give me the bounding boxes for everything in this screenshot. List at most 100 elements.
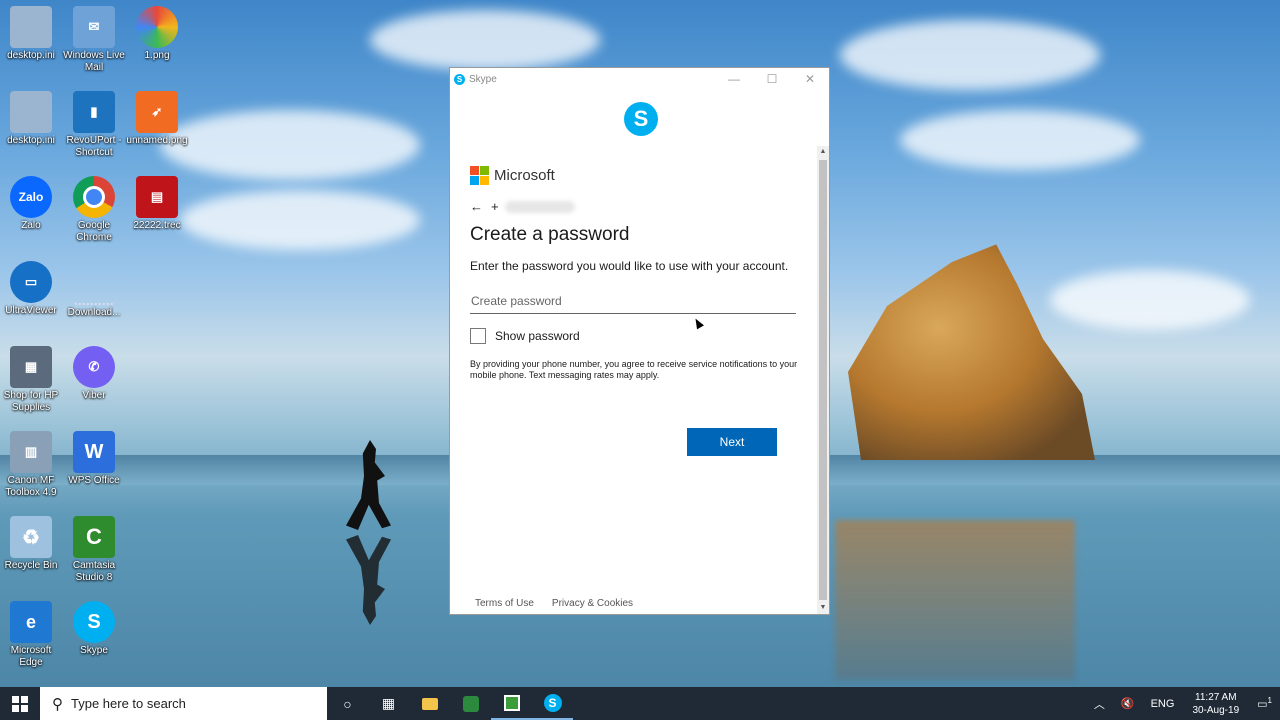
notification-count: 1 (1267, 696, 1272, 706)
desktop-icon[interactable]: Zalo Zalo (0, 172, 62, 232)
desktop-icon[interactable]: Google Chrome (63, 172, 125, 244)
image-file-icon: ➶ (136, 91, 178, 133)
taskbar: ⚲ Type here to search ○ ▦ S ︿ 🔇 ENG 11:2… (0, 687, 1280, 720)
identity-row: ← + (470, 199, 800, 214)
video-file-icon: ▤ (136, 176, 178, 218)
window-title: Skype (469, 73, 497, 85)
scanner-icon: ▥ (10, 431, 52, 473)
phone-prefix: + (491, 199, 499, 214)
skype-mini-icon: S (454, 73, 465, 85)
language-indicator[interactable]: ENG (1151, 698, 1175, 710)
desktop-icon[interactable]: Download... (63, 257, 125, 319)
rock-reflection (835, 520, 1075, 680)
redacted-phone-number (504, 200, 575, 213)
printer-icon: ▦ (10, 346, 52, 388)
skype-icon: S (73, 601, 115, 643)
zalo-icon: Zalo (10, 176, 52, 218)
desktop-icon[interactable]: ▦ Shop for HP Supplies (0, 342, 62, 414)
mail-icon: ✉ (73, 6, 115, 48)
show-password-label: Show password (495, 329, 580, 343)
signin-panel: Microsoft ← + Create a password Enter th… (470, 166, 800, 381)
window-controls: — ☐ ✕ (715, 68, 829, 90)
cloud (1050, 270, 1250, 330)
search-placeholder: Type here to search (71, 696, 186, 711)
desktop-icon[interactable]: desktop.ini (0, 87, 62, 147)
desktop-icon[interactable]: ▥ Canon MF Toolbox 4.9 (0, 427, 62, 499)
scroll-up-icon[interactable]: ▲ (817, 146, 829, 158)
desktop-icon[interactable]: ▭ UltraViewer (0, 257, 62, 317)
cortana-icon[interactable]: ○ (327, 687, 368, 720)
skype-taskbar-icon[interactable]: S (532, 687, 573, 720)
scrollbar[interactable]: ▲ ▼ (817, 146, 829, 614)
skype-logo: S (624, 102, 658, 136)
scroll-down-icon[interactable]: ▼ (817, 602, 829, 614)
desktop-icon[interactable]: S Skype (63, 597, 125, 657)
brand-name: Microsoft (494, 167, 555, 184)
show-hidden-icons-icon[interactable]: ︿ (1094, 696, 1105, 712)
close-button[interactable]: ✕ (791, 68, 829, 90)
cloud (900, 110, 1140, 170)
desktop-icon[interactable]: W WPS Office (63, 427, 125, 487)
footer-links: Terms of Use Privacy & Cookies (475, 598, 633, 609)
system-tray: ︿ 🔇 ENG 11:27 AM 30-Aug-19 ▭1 (1086, 687, 1280, 720)
disclaimer-text: By providing your phone number, you agre… (470, 359, 798, 380)
desktop-icon[interactable]: ▤ 22222.trec (126, 172, 188, 232)
page-description: Enter the password you would like to use… (470, 259, 789, 273)
edge-icon: e (10, 601, 52, 643)
start-button[interactable] (0, 687, 40, 720)
camtasia-icon: C (73, 516, 115, 558)
image-file-icon (136, 6, 178, 48)
task-view-icon[interactable]: ▦ (368, 687, 409, 720)
corel-draw-icon[interactable] (450, 687, 491, 720)
clock-time: 11:27 AM (1195, 691, 1237, 703)
recycle-bin-icon: ♻ (10, 516, 52, 558)
microsoft-brand: Microsoft (470, 166, 800, 185)
show-password-checkbox[interactable] (470, 328, 486, 344)
chrome-icon (73, 176, 115, 218)
file-explorer-icon[interactable] (409, 687, 450, 720)
show-password-row[interactable]: Show password (470, 328, 800, 344)
terms-link[interactable]: Terms of Use (475, 598, 534, 609)
taskbar-search[interactable]: ⚲ Type here to search (40, 687, 327, 720)
clock[interactable]: 11:27 AM 30-Aug-19 (1192, 691, 1239, 717)
desktop-icon[interactable]: ✉ Windows Live Mail (63, 2, 125, 74)
ultraviewer-icon: ▭ (10, 261, 52, 303)
desktop-icon[interactable]: ✆ Viber (63, 342, 125, 402)
next-button[interactable]: Next (687, 428, 777, 456)
runner-reflection (340, 535, 400, 625)
desktop-icon[interactable]: ▮ RevoUPort - Shortcut (63, 87, 125, 159)
revo-uninstaller-icon: ▮ (73, 91, 115, 133)
volume-muted-icon[interactable]: 🔇 (1121, 697, 1135, 710)
file-icon (10, 6, 52, 48)
skype-window: S Skype — ☐ ✕ S ▲ ▼ Microsoft ← + Create… (449, 67, 830, 615)
file-icon (10, 91, 52, 133)
viber-icon: ✆ (73, 346, 115, 388)
wps-office-icon: W (73, 431, 115, 473)
desktop-icon[interactable]: e Microsoft Edge (0, 597, 62, 669)
notification-center-icon[interactable]: ▭1 (1257, 696, 1272, 711)
download-file-icon (73, 261, 115, 305)
runner-silhouette (346, 440, 391, 530)
desktop-icon[interactable]: ➶ unnamed.png (126, 87, 188, 147)
back-arrow-icon[interactable]: ← (470, 199, 483, 214)
cloud (160, 110, 420, 180)
cloud (370, 10, 600, 70)
clock-date: 30-Aug-19 (1192, 704, 1240, 716)
rock-formation (848, 244, 1095, 460)
scrollbar-thumb[interactable] (819, 160, 827, 600)
password-input[interactable]: Create password (470, 289, 796, 314)
cloud (180, 190, 420, 250)
page-title: Create a password (470, 224, 630, 245)
maximize-button[interactable]: ☐ (753, 68, 791, 90)
windows-logo-icon (12, 695, 28, 712)
desktop-icon[interactable]: 1.png (126, 2, 188, 62)
desktop-icon[interactable]: desktop.ini (0, 2, 62, 62)
microsoft-logo-icon (470, 166, 489, 185)
privacy-link[interactable]: Privacy & Cookies (552, 598, 633, 609)
minimize-button[interactable]: — (715, 68, 753, 90)
desktop-icon[interactable]: C Camtasia Studio 8 (63, 512, 125, 584)
cloud (840, 20, 1100, 90)
camtasia-taskbar-icon[interactable] (491, 687, 532, 720)
search-icon: ⚲ (52, 695, 63, 713)
desktop-icon[interactable]: ♻ Recycle Bin (0, 512, 62, 572)
